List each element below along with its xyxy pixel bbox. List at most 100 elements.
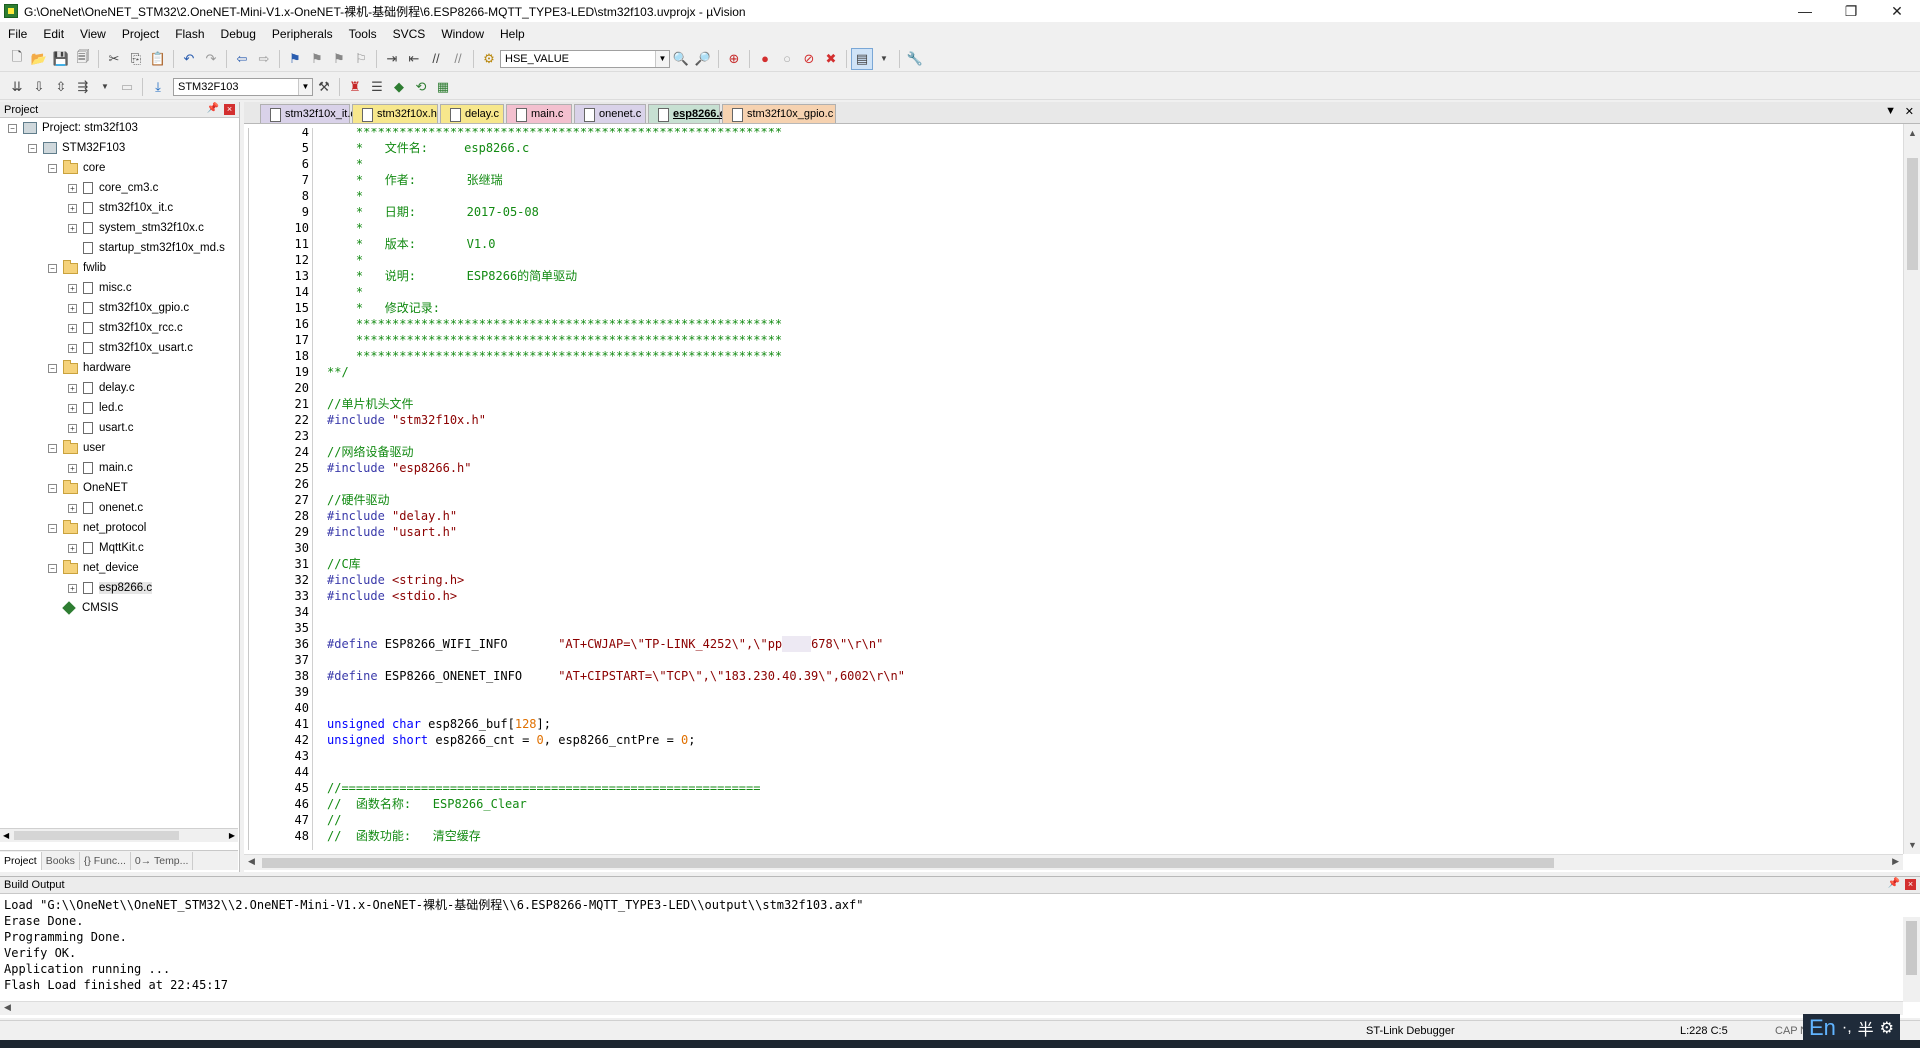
scroll-thumb[interactable] <box>14 831 179 840</box>
breakpoint-enable-icon[interactable]: ○ <box>776 48 798 70</box>
save-icon[interactable]: 💾 <box>50 48 72 70</box>
tree-item-file[interactable]: + main.c <box>68 460 133 476</box>
expand-icon[interactable]: + <box>68 463 77 473</box>
tree-item-file[interactable]: + MqttKit.c <box>68 540 144 556</box>
close-icon[interactable]: × <box>1905 879 1916 890</box>
tree-item-file[interactable]: + usart.c <box>68 420 134 436</box>
ime-width[interactable]: 半 <box>1858 1016 1874 1040</box>
pack-update-icon[interactable]: ▦ <box>432 76 454 98</box>
copy-icon[interactable]: ⎘ <box>125 48 147 70</box>
code-line[interactable]: 33 #include <stdio.h> <box>249 588 1889 604</box>
code-line[interactable]: 38 #define ESP8266_ONENET_INFO "AT+CIPSTA… <box>249 668 1889 684</box>
uncomment-icon[interactable]: // <box>447 48 469 70</box>
editor-tab[interactable]: stm32f10x.h <box>352 104 438 123</box>
menu-file[interactable]: File <box>0 27 35 41</box>
code-line[interactable]: 7 * 作者: 张继瑞 <box>249 172 1889 188</box>
tree-item-file[interactable]: startup_stm32f10x_md.s <box>68 240 225 256</box>
pin-icon[interactable]: 📌 <box>207 103 219 114</box>
tree-item-file[interactable]: + stm32f10x_gpio.c <box>68 300 189 316</box>
target-options-icon[interactable]: ⚒ <box>313 76 335 98</box>
maximize-button[interactable]: ❐ <box>1828 0 1874 22</box>
tree-item-target[interactable]: − STM32F103 <box>28 140 125 156</box>
code-line[interactable]: 5 * 文件名: esp8266.c <box>249 140 1889 156</box>
collapse-icon[interactable]: − <box>8 123 17 133</box>
scroll-left-icon[interactable]: ◀ <box>4 1002 11 1012</box>
code-line[interactable]: 25 #include "esp8266.h" <box>249 460 1889 476</box>
rebuild-icon[interactable]: ⇳ <box>50 76 72 98</box>
scroll-down-icon[interactable]: ▼ <box>1904 840 1920 850</box>
code-view[interactable]: 4 **************************************… <box>248 128 1896 850</box>
manage-runtime-icon[interactable]: ☰ <box>366 76 388 98</box>
code-line[interactable]: 6 * <box>249 156 1889 172</box>
stop-build-icon[interactable]: ▭ <box>116 76 138 98</box>
open-folder-icon[interactable]: 📂 <box>28 48 50 70</box>
editor-vertical-scrollbar[interactable]: ▲ ▼ <box>1903 124 1920 854</box>
find-in-files-icon[interactable]: ⚙ <box>478 48 500 70</box>
code-line[interactable]: 42 unsigned short esp8266_cnt = 0, esp826… <box>249 732 1889 748</box>
tab-list-dropdown-icon[interactable]: ▼ <box>1885 105 1896 117</box>
menu-flash[interactable]: Flash <box>167 27 212 41</box>
unindent-icon[interactable]: ⇤ <box>403 48 425 70</box>
select-packs-icon[interactable]: ◆ <box>388 76 410 98</box>
menu-view[interactable]: View <box>72 27 114 41</box>
collapse-icon[interactable]: − <box>48 483 57 493</box>
code-line[interactable]: 11 * 版本: V1.0 <box>249 236 1889 252</box>
code-line[interactable]: 41 unsigned char esp8266_buf[128]; <box>249 716 1889 732</box>
scroll-left-icon[interactable]: ◀ <box>3 831 9 840</box>
ime-punctuation[interactable]: ·, <box>1842 1019 1852 1037</box>
nav-forward-icon[interactable]: ⇨ <box>253 48 275 70</box>
expand-icon[interactable]: + <box>68 403 77 413</box>
pack-installer-icon[interactable]: ⟲ <box>410 76 432 98</box>
collapse-icon[interactable]: − <box>28 143 37 153</box>
code-line[interactable]: 17 *************************************… <box>249 332 1889 348</box>
editor-tab[interactable]: stm32f10x_gpio.c <box>722 104 836 123</box>
code-line[interactable]: 37 <box>249 652 1889 668</box>
close-tab-icon[interactable]: ✕ <box>1905 105 1914 118</box>
scroll-up-icon[interactable]: ▲ <box>1904 128 1920 138</box>
nav-back-icon[interactable]: ⇦ <box>231 48 253 70</box>
code-line[interactable]: 24 //网络设备驱动 <box>249 444 1889 460</box>
tree-item-file[interactable]: + delay.c <box>68 380 135 396</box>
code-line[interactable]: 44 <box>249 764 1889 780</box>
code-line[interactable]: 12 * <box>249 252 1889 268</box>
code-line[interactable]: 13 * 说明: ESP8266的简单驱动 <box>249 268 1889 284</box>
chevron-down-icon[interactable]: ▼ <box>298 78 312 95</box>
project-horizontal-scrollbar[interactable]: ◀ ▶ <box>0 828 238 842</box>
tree-item-folder[interactable]: − net_device <box>48 559 139 576</box>
panel-tab-0[interactable]: Project <box>0 851 42 870</box>
tree-item-file[interactable]: + core_cm3.c <box>68 180 158 196</box>
code-line[interactable]: 19 **/ <box>249 364 1889 380</box>
expand-icon[interactable]: + <box>68 503 77 513</box>
panel-tab-2[interactable]: {} Func... <box>80 851 131 870</box>
expand-icon[interactable]: + <box>68 323 77 333</box>
code-line[interactable]: 35 <box>249 620 1889 636</box>
menu-edit[interactable]: Edit <box>35 27 72 41</box>
breakpoint-kill-all-icon[interactable]: ✖ <box>820 48 842 70</box>
expand-icon[interactable]: + <box>68 423 77 433</box>
code-line[interactable]: 40 <box>249 700 1889 716</box>
editor-tab[interactable]: esp8266.c <box>648 104 726 123</box>
bookmark-next-icon[interactable]: ⚑ <box>328 48 350 70</box>
save-all-icon[interactable]: 🗐 <box>72 48 94 70</box>
manage-project-items-icon[interactable]: ♜ <box>344 76 366 98</box>
download-load-icon[interactable]: ⤓ <box>147 76 169 98</box>
target-combo[interactable]: STM32F103 ▼ <box>173 77 313 96</box>
collapse-icon[interactable]: − <box>48 563 57 573</box>
code-line[interactable]: 45 //====================================… <box>249 780 1889 796</box>
indent-icon[interactable]: ⇥ <box>381 48 403 70</box>
scroll-thumb[interactable] <box>1907 158 1918 270</box>
breakpoint-disable-all-icon[interactable]: ⊘ <box>798 48 820 70</box>
code-line[interactable]: 39 <box>249 684 1889 700</box>
build-output-vertical-scrollbar[interactable] <box>1903 917 1920 1002</box>
build-output-horizontal-scrollbar[interactable]: ◀ <box>0 1001 1903 1015</box>
code-line[interactable]: 21 //单片机头文件 <box>249 396 1889 412</box>
scroll-right-icon[interactable]: ▶ <box>229 831 235 840</box>
scroll-right-icon[interactable]: ▶ <box>1892 856 1899 867</box>
comment-icon[interactable]: // <box>425 48 447 70</box>
find-combo[interactable]: HSE_VALUE ▼ <box>500 49 670 68</box>
code-line[interactable]: 16 *************************************… <box>249 316 1889 332</box>
tree-item-file[interactable]: + misc.c <box>68 280 132 296</box>
code-line[interactable]: 14 * <box>249 284 1889 300</box>
code-line[interactable]: 27 //硬件驱动 <box>249 492 1889 508</box>
expand-icon[interactable]: + <box>68 343 77 353</box>
